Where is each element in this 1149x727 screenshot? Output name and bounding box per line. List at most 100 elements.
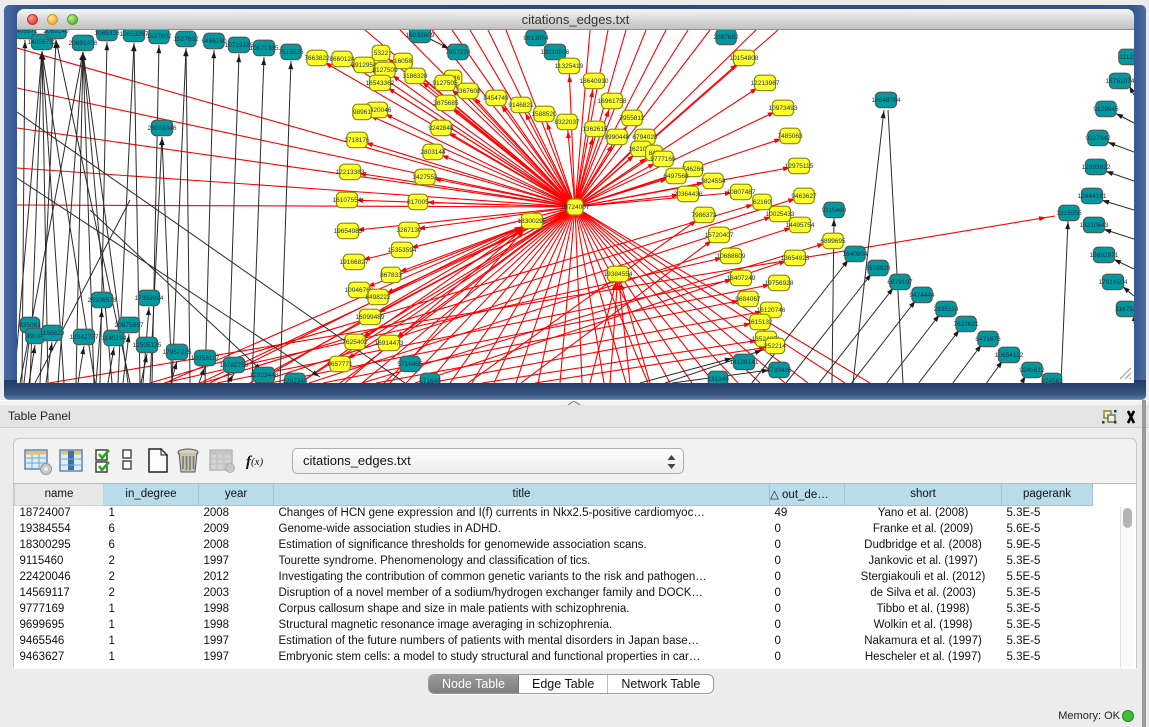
svg-text:(x): (x) xyxy=(251,456,264,468)
svg-text:19166827: 19166827 xyxy=(340,259,369,266)
svg-text:9242848: 9242848 xyxy=(428,125,454,132)
svg-text:10654112: 10654112 xyxy=(995,352,1024,359)
svg-text:116753: 116753 xyxy=(1115,306,1134,313)
svg-text:17016504: 17016504 xyxy=(1099,279,1128,286)
svg-text:14136141: 14136141 xyxy=(730,359,759,366)
svg-text:17359924: 17359924 xyxy=(135,295,164,302)
svg-text:3267130: 3267130 xyxy=(396,227,422,234)
svg-text:10688609: 10688609 xyxy=(717,253,746,260)
svg-text:16107554: 16107554 xyxy=(333,197,362,204)
svg-text:19654983: 19654983 xyxy=(334,228,363,235)
svg-text:6497568: 6497568 xyxy=(663,173,689,180)
svg-text:12213383: 12213383 xyxy=(336,169,365,176)
svg-text:8498222: 8498222 xyxy=(365,294,391,301)
svg-text:62160: 62160 xyxy=(753,199,771,206)
svg-text:18724007: 18724007 xyxy=(561,204,590,211)
svg-text:2367608: 2367608 xyxy=(455,88,481,95)
svg-text:8938928: 8938928 xyxy=(865,265,891,272)
svg-text:1065326: 1065326 xyxy=(94,30,120,37)
svg-text:13654923: 13654923 xyxy=(781,255,810,262)
svg-text:7632621: 7632621 xyxy=(953,321,979,328)
svg-text:9146821: 9146821 xyxy=(508,102,534,109)
svg-text:7515526: 7515526 xyxy=(278,49,304,56)
svg-text:1527602: 1527602 xyxy=(146,33,172,40)
svg-text:11325419: 11325419 xyxy=(555,63,584,70)
svg-text:3824554: 3824554 xyxy=(700,178,726,185)
svg-text:10807487: 10807487 xyxy=(727,189,756,196)
svg-text:7485063: 7485063 xyxy=(777,133,803,140)
svg-text:2803144: 2803144 xyxy=(420,149,446,156)
svg-text:9127509: 9127509 xyxy=(372,67,398,74)
svg-text:16648784: 16648784 xyxy=(872,97,901,104)
svg-text:28053346: 28053346 xyxy=(148,125,177,132)
svg-text:12923448: 12923448 xyxy=(250,372,279,379)
svg-text:7986372: 7986372 xyxy=(691,212,717,219)
svg-text:17957225: 17957225 xyxy=(163,349,192,356)
svg-text:9115460: 9115460 xyxy=(822,207,847,214)
svg-text:1362615: 1362615 xyxy=(582,126,608,133)
svg-text:15353594: 15353594 xyxy=(388,247,417,254)
svg-text:1640954: 1640954 xyxy=(842,251,868,258)
svg-text:924561: 924561 xyxy=(1041,378,1063,383)
svg-text:12213967: 12213967 xyxy=(751,80,780,87)
svg-text:10671385: 10671385 xyxy=(250,45,279,52)
svg-text:12942757: 12942757 xyxy=(70,334,99,341)
svg-text:252214: 252214 xyxy=(764,343,786,350)
svg-text:1733426: 1733426 xyxy=(766,367,792,374)
svg-text:7955812: 7955812 xyxy=(619,115,645,122)
svg-text:9474444: 9474444 xyxy=(909,292,935,299)
svg-text:6466160: 6466160 xyxy=(201,38,227,45)
svg-text:131346: 131346 xyxy=(707,376,729,383)
svg-text:1145194: 1145194 xyxy=(102,335,127,342)
svg-text:9227342: 9227342 xyxy=(1085,135,1111,142)
svg-text:8471676: 8471676 xyxy=(975,336,1001,343)
svg-text:571646: 571646 xyxy=(419,378,441,383)
svg-text:867833: 867833 xyxy=(380,272,402,279)
svg-text:9129946: 9129946 xyxy=(1093,106,1119,113)
svg-text:19384554: 19384554 xyxy=(604,271,633,278)
svg-text:15720407: 15720407 xyxy=(705,232,734,239)
svg-text:3427552: 3427552 xyxy=(412,174,438,181)
svg-text:16782759: 16782759 xyxy=(220,362,249,369)
svg-text:18300295: 18300295 xyxy=(518,218,547,225)
svg-text:19756928: 19756928 xyxy=(765,280,794,287)
svg-text:5716465: 5716465 xyxy=(397,361,423,368)
svg-text:7857224: 7857224 xyxy=(445,49,471,56)
svg-text:9657771: 9657771 xyxy=(327,361,353,368)
svg-text:2069140: 2069140 xyxy=(43,30,69,35)
svg-text:1156829: 1156829 xyxy=(40,330,65,337)
svg-text:10154808: 10154808 xyxy=(730,55,759,62)
svg-text:20691406: 20691406 xyxy=(69,40,98,47)
svg-text:12505135: 12505135 xyxy=(133,342,162,349)
svg-text:14495754: 14495754 xyxy=(786,222,815,229)
svg-text:16058: 16058 xyxy=(394,58,412,65)
svg-text:16033809: 16033809 xyxy=(406,32,435,39)
svg-text:20975867: 20975867 xyxy=(115,322,144,329)
svg-text:8813054: 8813054 xyxy=(523,35,549,42)
svg-text:9684067: 9684067 xyxy=(735,296,761,303)
svg-text:6794028: 6794028 xyxy=(632,134,658,141)
svg-text:1527602: 1527602 xyxy=(173,36,199,43)
svg-text:19218506: 19218506 xyxy=(541,49,570,56)
svg-text:5322: 5322 xyxy=(374,50,389,57)
svg-text:8454749: 8454749 xyxy=(483,95,509,102)
svg-text:15751074: 15751074 xyxy=(1106,78,1134,85)
svg-text:18640910: 18640910 xyxy=(580,78,609,85)
svg-text:8322037: 8322037 xyxy=(554,119,580,126)
svg-text:10958117: 10958117 xyxy=(191,355,220,362)
svg-text:20364436: 20364436 xyxy=(674,191,703,198)
svg-text:7663822: 7663822 xyxy=(304,55,330,62)
svg-text:14055712: 14055712 xyxy=(28,39,57,46)
svg-text:3875685: 3875685 xyxy=(433,100,459,107)
svg-text:16120746: 16120746 xyxy=(757,307,786,314)
svg-text:15692971: 15692971 xyxy=(1090,252,1119,259)
svg-text:9777169: 9777169 xyxy=(650,156,676,163)
svg-text:10025433: 10025433 xyxy=(766,211,795,218)
svg-text:7625402: 7625402 xyxy=(342,339,368,346)
svg-text:16543362: 16543362 xyxy=(366,80,395,87)
svg-text:3215955: 3215955 xyxy=(1056,210,1082,217)
svg-text:12093822: 12093822 xyxy=(1082,164,1111,171)
svg-text:16961758: 16961758 xyxy=(598,98,627,105)
svg-text:2087662: 2087662 xyxy=(713,34,739,41)
svg-text:9463627: 9463627 xyxy=(791,193,817,200)
